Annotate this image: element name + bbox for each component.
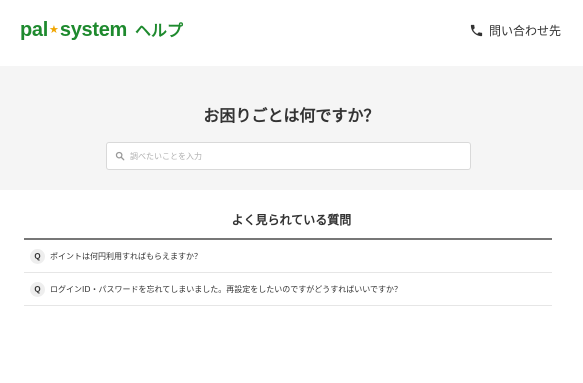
question-badge: Q: [30, 281, 45, 297]
faq-question-text: ポイントは何円利用すればもらえますか？: [50, 251, 202, 261]
phone-icon: [470, 24, 483, 36]
site-header: pal ★ system ヘルプ 問い合わせ先: [0, 0, 583, 66]
logo-star-icon: ★: [49, 23, 59, 36]
contact-label: 問い合わせ先: [488, 23, 561, 38]
faq-item[interactable]: Q ログインID・パスワードを忘れてしまいました。再設定をしたいのですがどうすれ…: [24, 273, 552, 306]
search-box[interactable]: [106, 142, 471, 170]
search-input[interactable]: [130, 146, 470, 166]
faq-heading: よく見られている質問: [231, 213, 352, 227]
question-badge: Q: [30, 248, 45, 264]
logo-text-pal: pal: [20, 19, 48, 41]
hero-section: お困りごとは何ですか？: [0, 66, 583, 190]
logo-text-system: system: [59, 19, 128, 41]
faq-item[interactable]: Q ポイントは何円利用すればもらえますか？: [24, 240, 552, 273]
faq-question-text: ログインID・パスワードを忘れてしまいました。再設定をしたいのですがどうすればい…: [50, 284, 403, 294]
search-icon: [115, 151, 125, 161]
page-title: お困りごとは何ですか？: [203, 106, 380, 125]
logo-help-label: ヘルプ: [135, 21, 184, 40]
faq-list: Q ポイントは何円利用すればもらえますか？ Q ログインID・パスワードを忘れて…: [24, 238, 552, 306]
contact-link[interactable]: 問い合わせ先: [469, 20, 561, 40]
site-logo[interactable]: pal ★ system ヘルプ: [20, 17, 183, 41]
